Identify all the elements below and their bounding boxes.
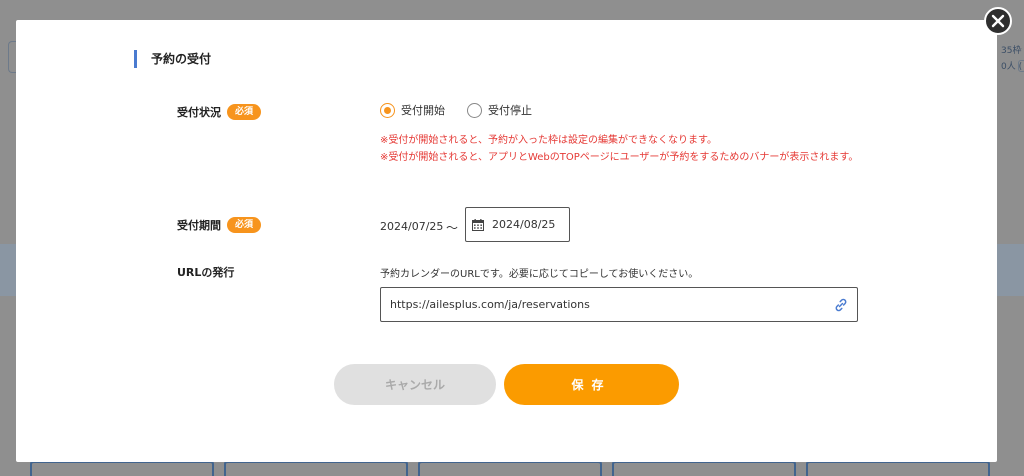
background-cell <box>418 460 602 476</box>
status-warning: ※受付が開始されると、予約が入った枠は設定の編集ができなくなります。 ※受付が開… <box>380 132 870 166</box>
status-radio-group: 受付開始 受付停止 <box>380 102 554 118</box>
background-calendar-cells <box>30 460 990 476</box>
end-date-value: 2024/08/25 <box>492 218 556 231</box>
close-icon <box>991 14 1005 28</box>
link-icon[interactable] <box>833 297 849 313</box>
start-date: 2024/07/25 <box>380 220 444 233</box>
period-label-group: 受付期間 必須 <box>177 217 262 233</box>
background-cell <box>806 460 990 476</box>
url-hint: 予約カレンダーのURLです。必要に応じてコピーしてお使いください。 <box>380 269 699 280</box>
status-label-group: 受付状況 必須 <box>177 104 262 120</box>
reservation-settings-modal: 予約の受付 受付状況 必須 受付開始 受付停止 ※受付が開始されると、予約が入っ… <box>16 20 997 462</box>
background-scroll-indicator <box>1018 60 1024 72</box>
background-cell <box>30 460 214 476</box>
warning-line-2: ※受付が開始されると、アプリとWebのTOPページにユーザーが予約をするためのバ… <box>380 152 859 163</box>
background-cell <box>612 460 796 476</box>
radio-stopped[interactable]: 受付停止 <box>467 102 532 118</box>
required-badge: 必須 <box>227 217 262 233</box>
date-separator: ～ <box>446 221 459 235</box>
period-label: 受付期間 <box>177 219 221 232</box>
radio-selected-icon[interactable] <box>380 102 395 118</box>
section-title: 予約の受付 <box>134 50 211 68</box>
status-label: 受付状況 <box>177 106 221 119</box>
url-label: URLの発行 <box>177 266 235 279</box>
radio-accepting-label: 受付開始 <box>401 104 445 117</box>
reservation-url-value: https://ailesplus.com/ja/reservations <box>390 298 590 311</box>
cancel-button[interactable]: キャンセル <box>334 364 496 405</box>
radio-accepting[interactable]: 受付開始 <box>380 102 445 118</box>
background-slot-count: 35枠 <box>1001 46 1022 56</box>
calendar-icon <box>472 218 484 231</box>
reservation-url-field[interactable]: https://ailesplus.com/ja/reservations <box>380 287 858 322</box>
save-button[interactable]: 保存 <box>504 364 679 405</box>
required-badge: 必須 <box>227 104 262 120</box>
close-button[interactable] <box>984 7 1012 35</box>
radio-stopped-label: 受付停止 <box>488 104 532 117</box>
background-cell <box>224 460 408 476</box>
warning-line-1: ※受付が開始されると、予約が入った枠は設定の編集ができなくなります。 <box>380 135 717 146</box>
radio-unselected-icon[interactable] <box>467 102 482 118</box>
end-date-input[interactable]: 2024/08/25 <box>465 207 570 242</box>
